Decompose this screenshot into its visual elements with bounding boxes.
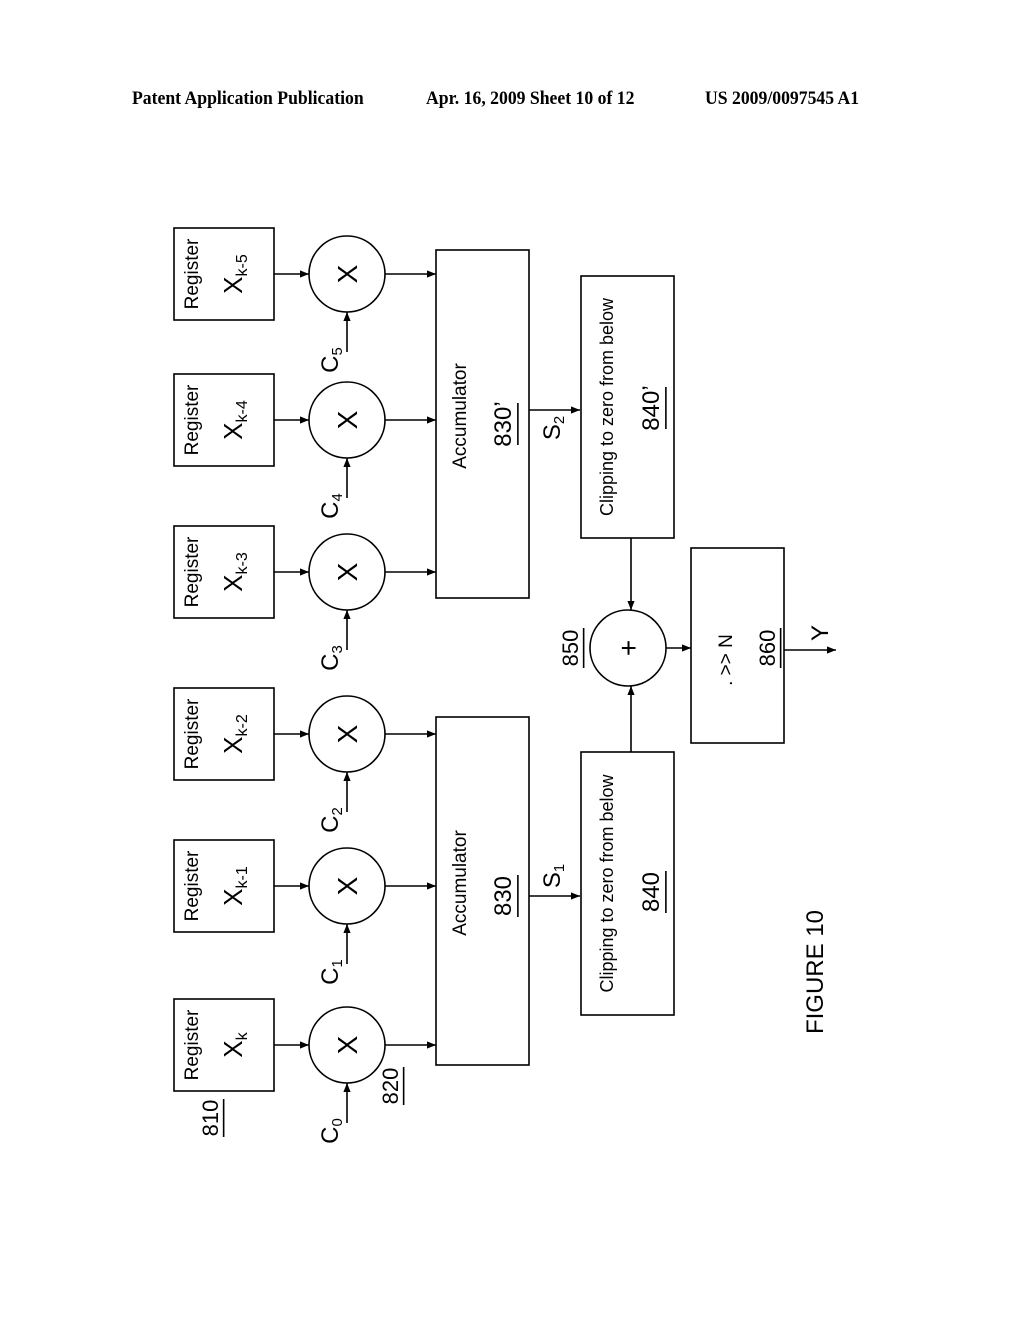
clipper-ref: 840’ bbox=[638, 385, 665, 430]
register-label: Register bbox=[182, 1009, 203, 1080]
coefficient-label: C0 bbox=[317, 1118, 347, 1144]
multiplier-symbol: X bbox=[332, 724, 363, 743]
adder-symbol: + bbox=[613, 640, 644, 656]
output-label: Y bbox=[807, 625, 834, 641]
multiplier-symbol: X bbox=[332, 1035, 363, 1054]
shifter-label: . >> N bbox=[716, 634, 737, 686]
coefficient-label: C4 bbox=[317, 493, 347, 519]
register-label: Register bbox=[182, 850, 203, 921]
register-variable: Xk-4 bbox=[218, 400, 251, 440]
register-variable: Xk bbox=[218, 1031, 251, 1057]
ref-860: 860 bbox=[755, 630, 780, 667]
register-variable: Xk-3 bbox=[218, 552, 251, 592]
register-variable: Xk-1 bbox=[218, 866, 251, 906]
multiplier-symbol: X bbox=[332, 410, 363, 429]
accumulator-ref: 830 bbox=[490, 876, 517, 916]
multiplier-symbol: X bbox=[332, 876, 363, 895]
figure-10-diagram: Register Xk X C0 Register Xk-1 X C1 Register Xk-2… bbox=[173, 227, 836, 1144]
register-label: Register bbox=[182, 698, 203, 769]
clipper-label: Clipping to zero from below bbox=[597, 773, 617, 992]
clipper-ref: 840 bbox=[638, 872, 665, 912]
coefficient-label: C2 bbox=[317, 807, 347, 833]
signal-label: S2 bbox=[539, 416, 569, 440]
coefficient-label: C1 bbox=[317, 959, 347, 985]
signal-label: S1 bbox=[539, 864, 569, 888]
ref-820: 820 bbox=[378, 1068, 403, 1105]
coefficient-label: C5 bbox=[317, 347, 347, 373]
register-variable: Xk-5 bbox=[218, 254, 251, 294]
accumulator-ref: 830’ bbox=[490, 401, 517, 446]
register-variable: Xk-2 bbox=[218, 714, 251, 754]
multiplier-symbol: X bbox=[332, 264, 363, 283]
register-label: Register bbox=[182, 384, 203, 455]
accumulator-label: Accumulator bbox=[450, 363, 471, 469]
ref-810: 810 bbox=[198, 1100, 223, 1137]
accumulator-label: Accumulator bbox=[450, 830, 471, 936]
multiplier-symbol: X bbox=[332, 562, 363, 581]
register-label: Register bbox=[182, 238, 203, 309]
figure-caption: FIGURE 10 bbox=[802, 910, 829, 1034]
ref-850: 850 bbox=[558, 630, 583, 667]
coefficient-label: C3 bbox=[317, 645, 347, 671]
register-label: Register bbox=[182, 536, 203, 607]
clipper-label: Clipping to zero from below bbox=[597, 297, 617, 516]
